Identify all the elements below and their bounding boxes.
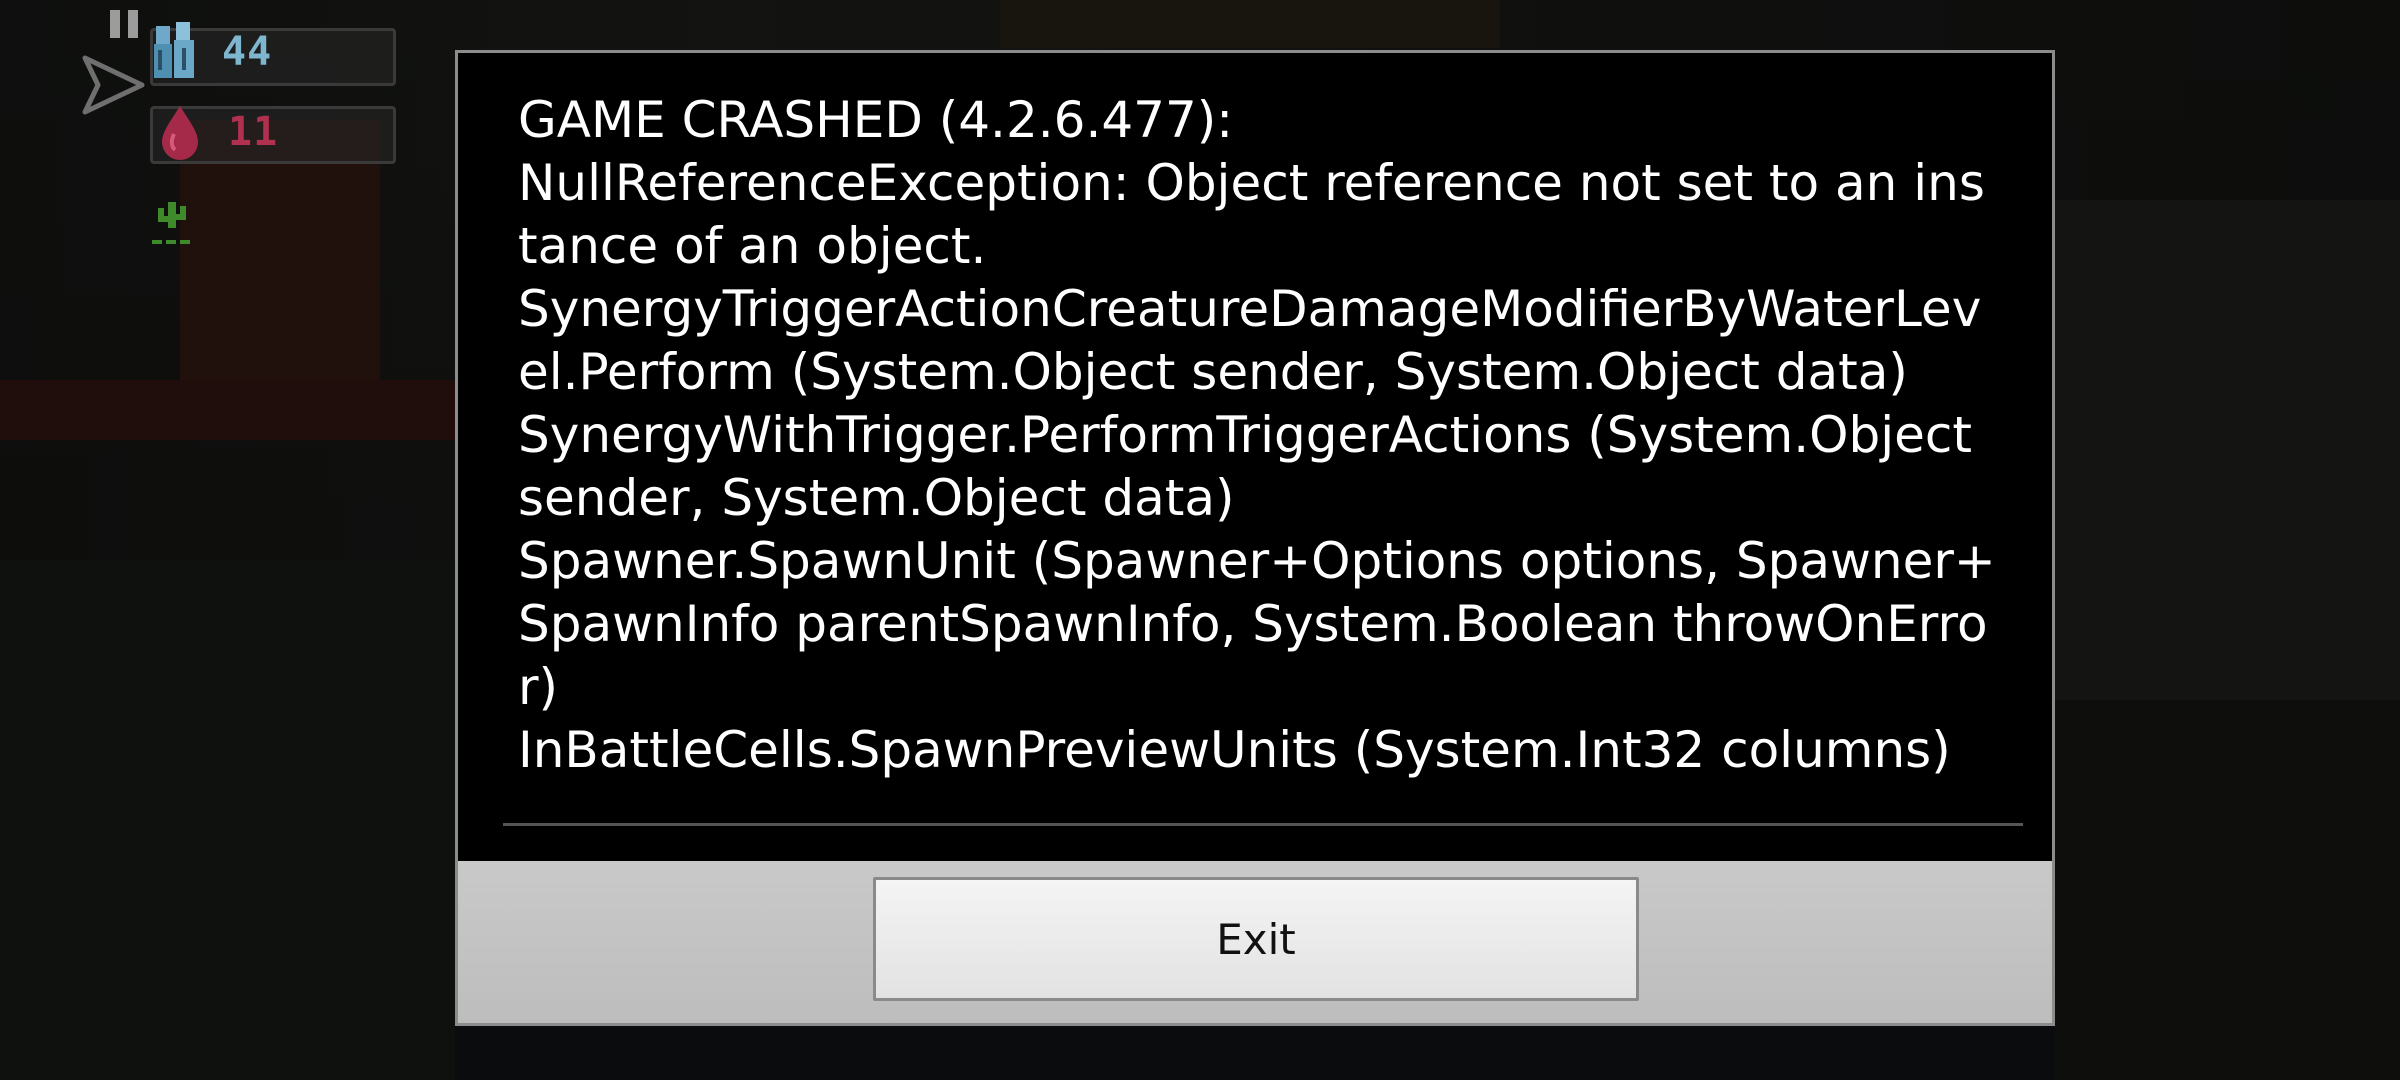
crash-dialog: GAME CRASHED (4.2.6.477): NullReferenceE… [455, 50, 2055, 1026]
paper-plane-icon[interactable] [80, 50, 150, 120]
stack-frame: InBattleCells.SpawnPreviewUnits (System.… [518, 721, 1951, 779]
plant-indicator [152, 196, 192, 252]
game-screen: 44 11 GAME CRASHED (4.2.6.477): NullRefe… [0, 0, 2400, 1080]
divider [503, 823, 2023, 826]
soldiers-count: 44 [222, 29, 273, 75]
exception-message: NullReferenceException: Object reference… [518, 154, 1985, 275]
pause-icon-bar [128, 10, 138, 38]
soldiers-counter: 44 [150, 20, 272, 84]
stack-frame: SynergyWithTrigger.PerformTriggerActions… [518, 406, 1972, 527]
blood-count: 11 [228, 109, 279, 155]
blood-counter: 11 [158, 104, 278, 160]
soldiers-icon [154, 22, 194, 78]
exit-button[interactable]: Exit [873, 877, 1639, 1001]
crash-log-text: GAME CRASHED (4.2.6.477): NullReferenceE… [518, 89, 1998, 782]
dialog-button-bar: Exit [458, 861, 2052, 1023]
stack-frame: Spawner.SpawnUnit (Spawner+Options optio… [518, 532, 1996, 716]
pause-button[interactable] [110, 10, 146, 38]
crash-title: GAME CRASHED (4.2.6.477): [518, 91, 1234, 149]
crash-log-scroll-area[interactable]: GAME CRASHED (4.2.6.477): NullReferenceE… [458, 53, 2052, 823]
blood-drop-icon [162, 106, 198, 160]
stack-frame: SynergyTriggerActionCreatureDamageModifi… [518, 280, 1982, 401]
cactus-icon [152, 202, 190, 244]
pause-icon [110, 10, 120, 38]
